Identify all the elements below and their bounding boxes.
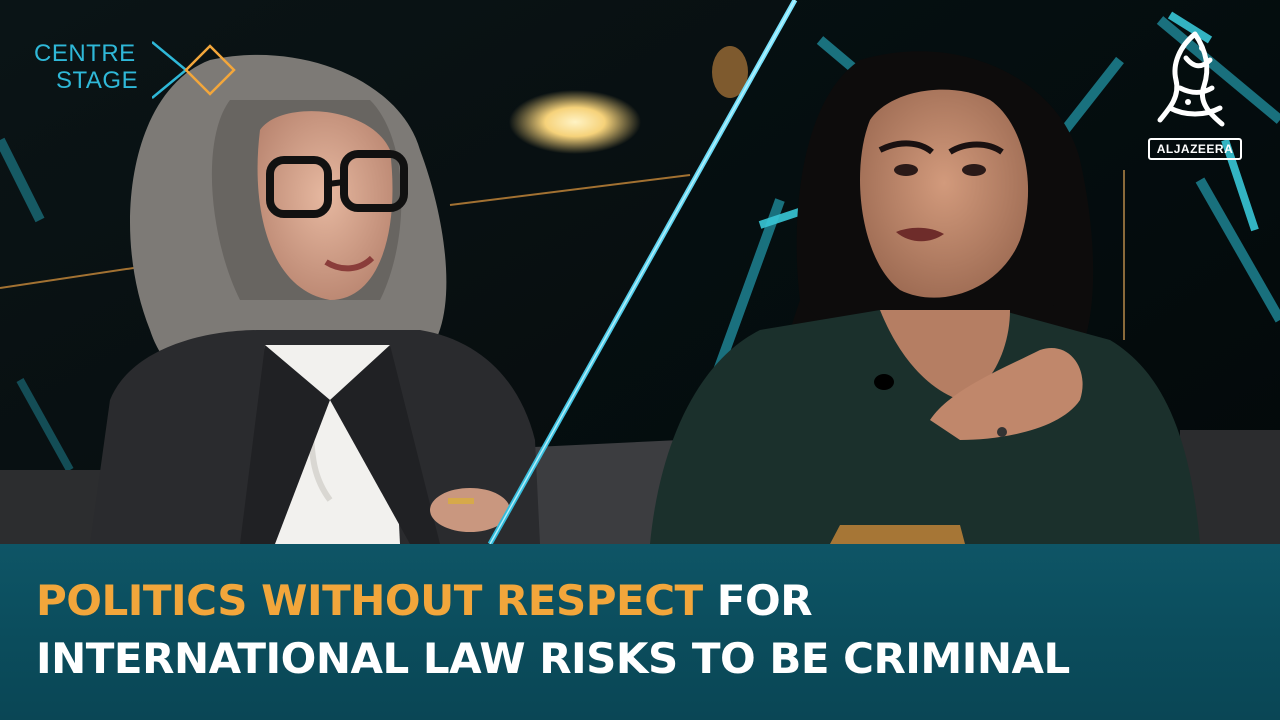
centre-stage-mark-icon xyxy=(152,41,236,99)
headline: POLITICS WITHOUT RESPECT FOR INTERNATION… xyxy=(36,572,1256,688)
video-frame: CENTRE STAGE ALJAZEERA POLITICS WITHOUT … xyxy=(0,0,1280,720)
centre-stage-logo: CENTRE STAGE xyxy=(34,40,236,99)
studio-lamp xyxy=(509,90,641,154)
headline-highlight: POLITICS WITHOUT RESPECT xyxy=(36,576,703,625)
headline-line-2: INTERNATIONAL LAW RISKS TO BE CRIMINAL xyxy=(36,634,1070,683)
aljazeera-calligraphy-icon xyxy=(1157,31,1225,127)
logo-line-centre: CENTRE xyxy=(34,40,136,67)
aljazeera-wordmark: ALJAZEERA xyxy=(1148,138,1242,160)
headline-line-1-rest: FOR xyxy=(702,576,813,625)
aljazeera-logo: ALJAZEERA xyxy=(1140,28,1250,168)
lower-third-banner: POLITICS WITHOUT RESPECT FOR INTERNATION… xyxy=(0,544,1280,720)
headline-line-1: POLITICS WITHOUT RESPECT FOR xyxy=(36,572,1256,630)
logo-line-stage: STAGE xyxy=(56,67,139,94)
